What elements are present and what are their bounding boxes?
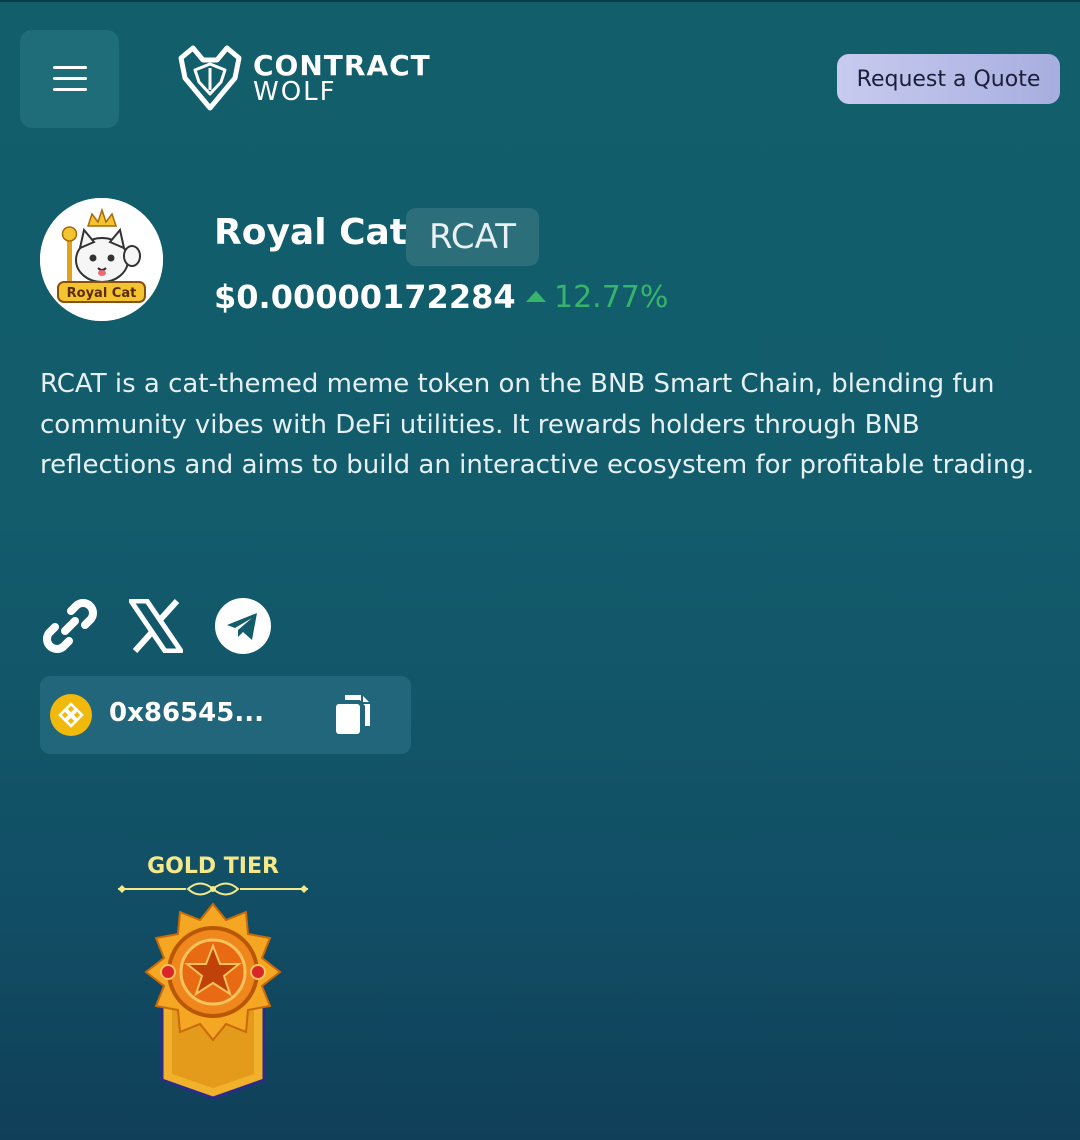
avatar-label: Royal Cat xyxy=(67,286,137,301)
token-price: $0.00000172284 xyxy=(214,278,516,316)
token-name: Royal Cat xyxy=(214,212,408,253)
menu-button[interactable] xyxy=(20,30,119,128)
bnb-icon xyxy=(50,694,92,736)
token-avatar: Royal Cat xyxy=(40,198,163,321)
contract-address-box: 0x86545... xyxy=(40,676,411,754)
price-change-value: 12.77% xyxy=(554,280,669,315)
logo-text-line1: CONTRACT xyxy=(253,49,431,82)
tier-label: GOLD TIER xyxy=(147,854,279,879)
price-change: 12.77% xyxy=(526,280,668,315)
arrow-up-icon xyxy=(526,291,546,302)
royal-cat-logo-icon: Royal Cat xyxy=(40,198,163,321)
contractwolf-logo[interactable]: CONTRACT WOLF xyxy=(175,42,445,116)
request-quote-button[interactable]: Request a Quote xyxy=(837,54,1060,104)
token-ticker-badge: RCAT xyxy=(406,208,539,266)
copy-address-button[interactable] xyxy=(328,690,378,740)
copy-icon xyxy=(336,695,370,734)
token-description: RCAT is a cat-themed meme token on the B… xyxy=(40,369,1035,480)
ornament-divider xyxy=(118,882,308,896)
contract-address: 0x86545... xyxy=(109,698,264,728)
x-twitter-button[interactable] xyxy=(128,596,184,656)
wolf-logo-icon xyxy=(178,45,242,111)
gold-tier-badge-icon xyxy=(144,902,282,1100)
logo-text-line2: WOLF xyxy=(253,77,337,107)
top-border xyxy=(0,0,1080,2)
hamburger-menu-icon xyxy=(52,66,87,91)
website-link-button[interactable] xyxy=(40,596,100,656)
telegram-icon xyxy=(215,598,271,654)
link-icon xyxy=(43,599,97,653)
telegram-button[interactable] xyxy=(214,596,272,656)
x-icon xyxy=(129,599,183,653)
